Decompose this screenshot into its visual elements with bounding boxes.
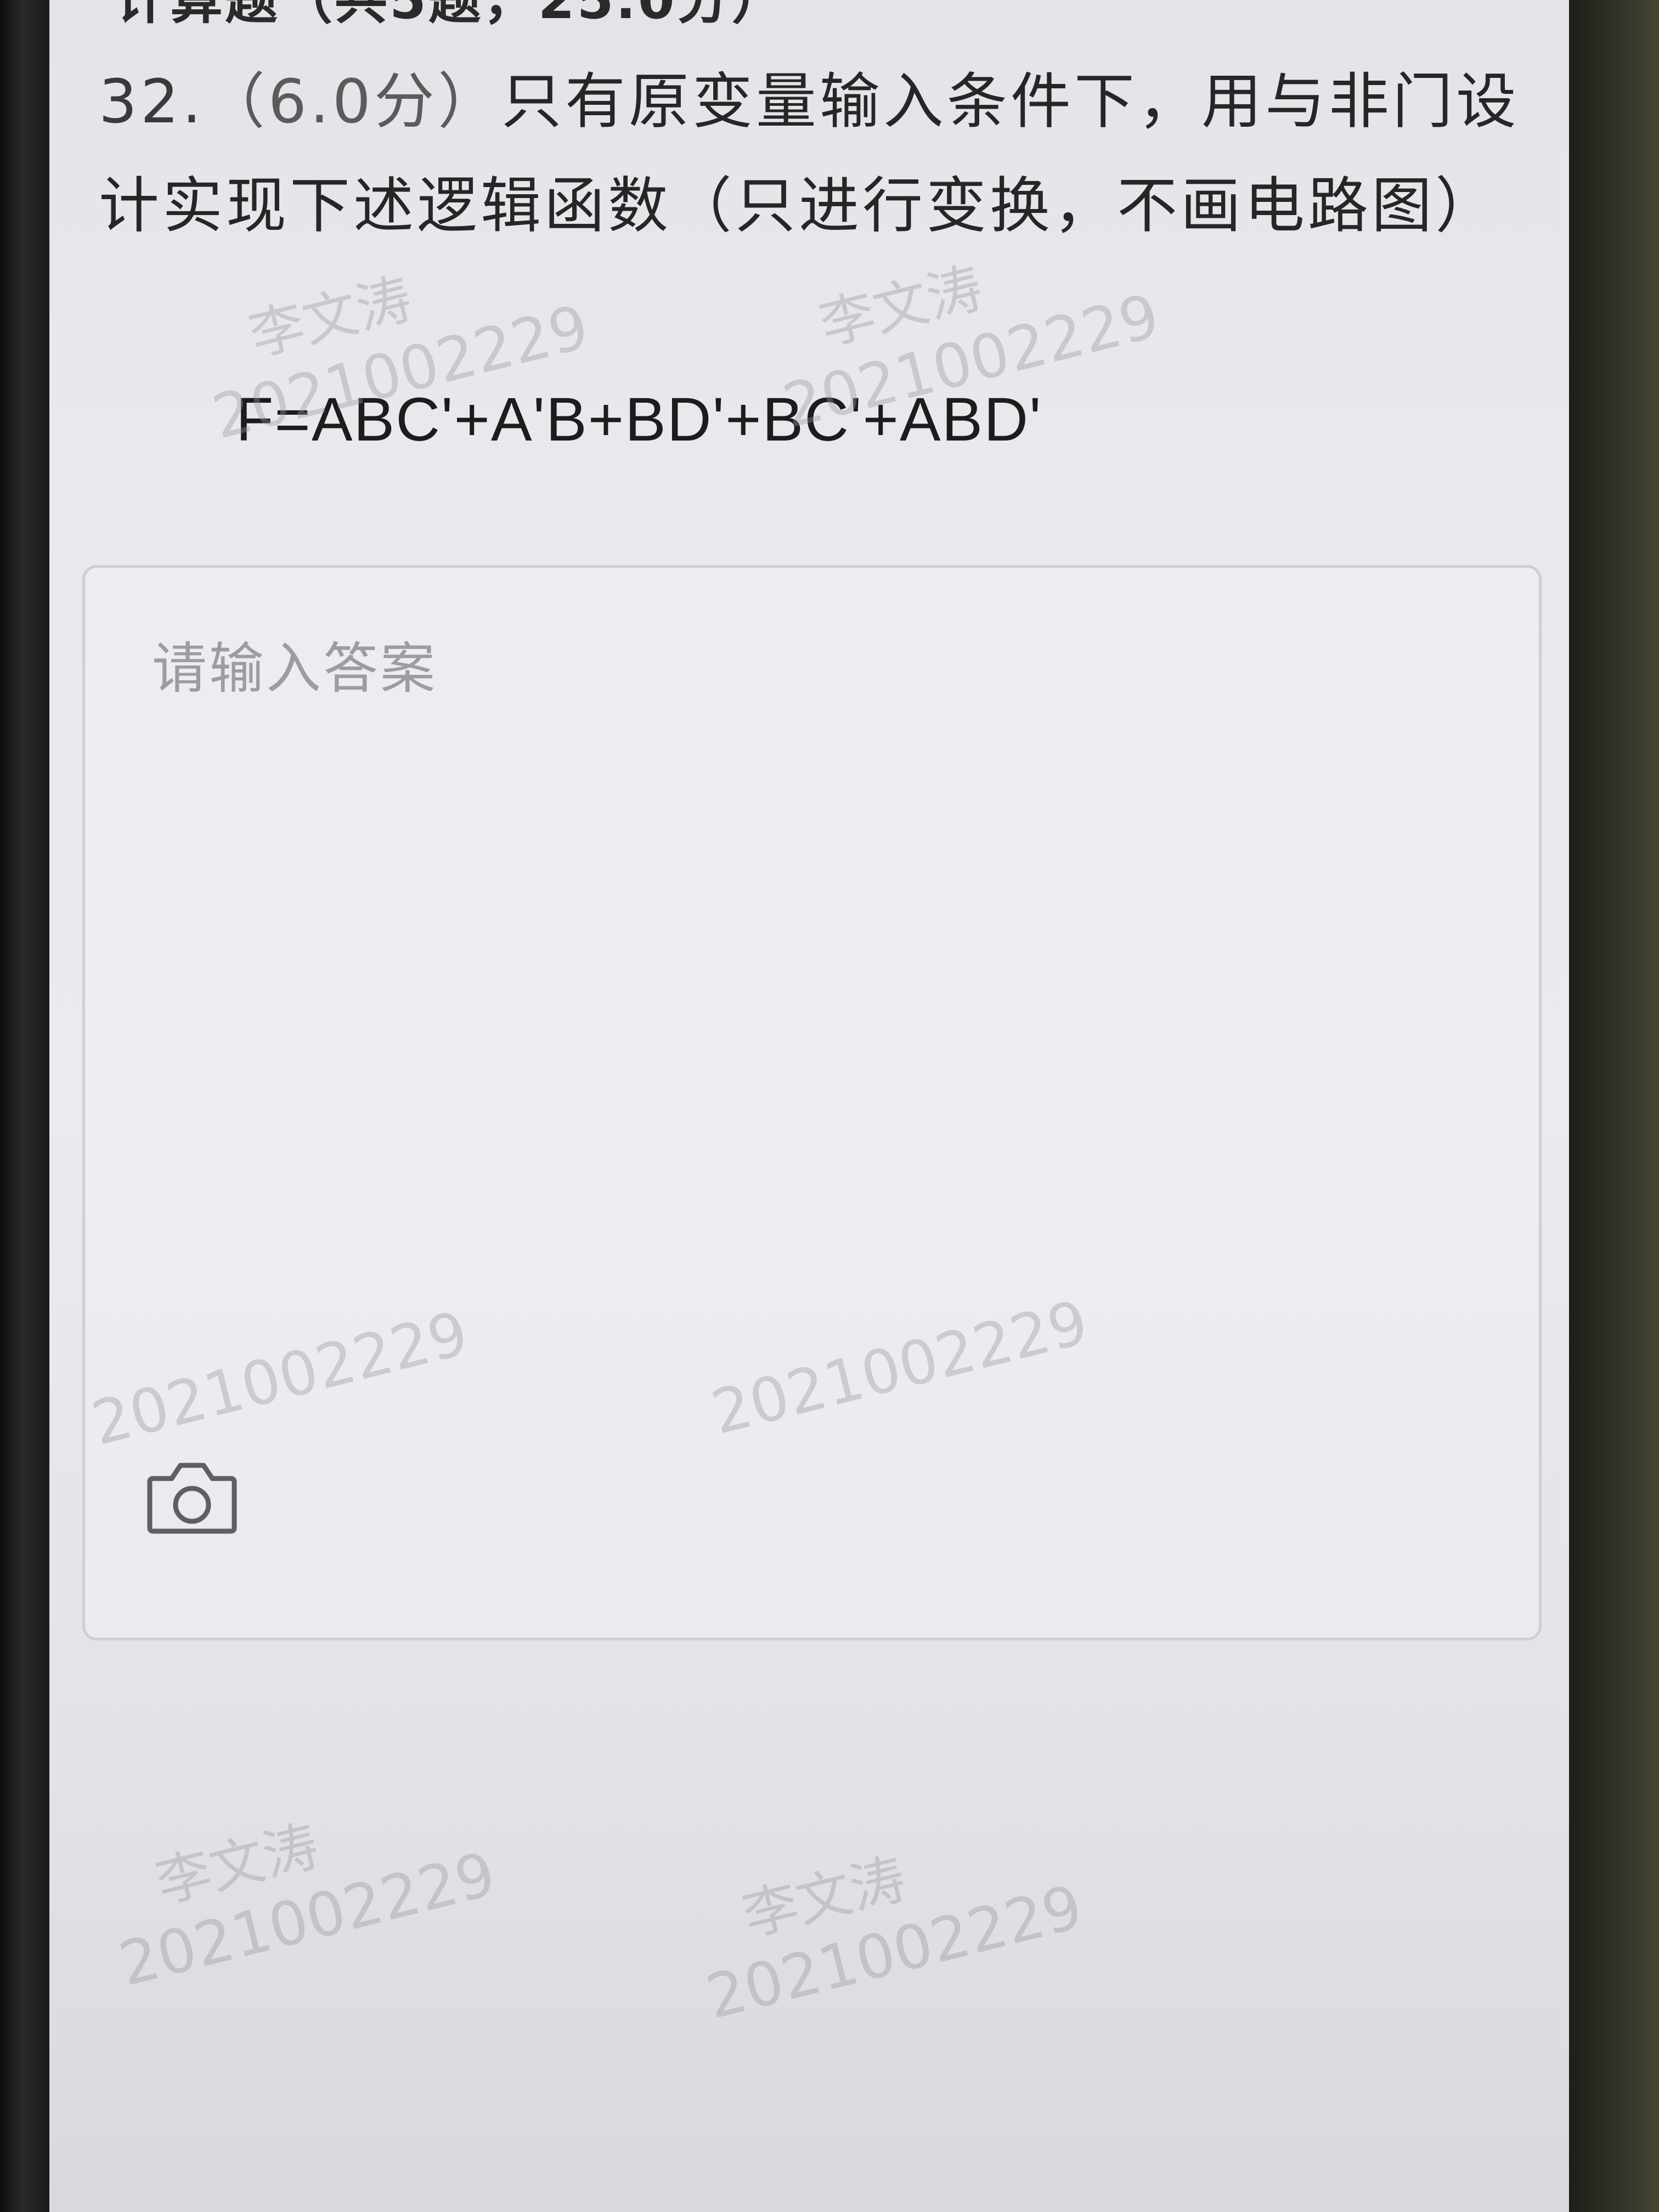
- camera-upload-button[interactable]: [145, 1457, 239, 1539]
- phone-frame: 计算题（共5题，25.0分） 32.（6.0分）只有原变量输入条件下，用与非门设…: [0, 0, 1659, 2212]
- watermark: 李文涛 2021002229: [93, 1762, 502, 2000]
- answer-input[interactable]: [151, 623, 1470, 1448]
- watermark: 李文涛 2021002229: [680, 1795, 1089, 2033]
- section-heading-cutoff: 计算题（共5题，25.0分）: [115, 0, 787, 31]
- camera-icon: [147, 1463, 237, 1534]
- question-number: 32.: [99, 66, 205, 137]
- question-formula: F=ABC'+A'B+BD'+BC'+ABD': [236, 385, 1042, 454]
- watermark-name: 李文涛: [736, 1846, 912, 1949]
- right-bezel: [1569, 0, 1659, 2212]
- answer-box: 2021002229 2021002229: [82, 565, 1542, 1640]
- question-score: （6.0分）: [204, 66, 501, 137]
- watermark-id: 2021002229: [112, 1838, 503, 2000]
- watermark-id: 2021002229: [699, 1871, 1090, 2033]
- watermark-name: 李文涛: [149, 1813, 325, 1916]
- question-text: 32.（6.0分）只有原变量输入条件下，用与非门设计实现下述逻辑函数（只进行变换…: [99, 49, 1536, 258]
- screen: 计算题（共5题，25.0分） 32.（6.0分）只有原变量输入条件下，用与非门设…: [49, 0, 1569, 2212]
